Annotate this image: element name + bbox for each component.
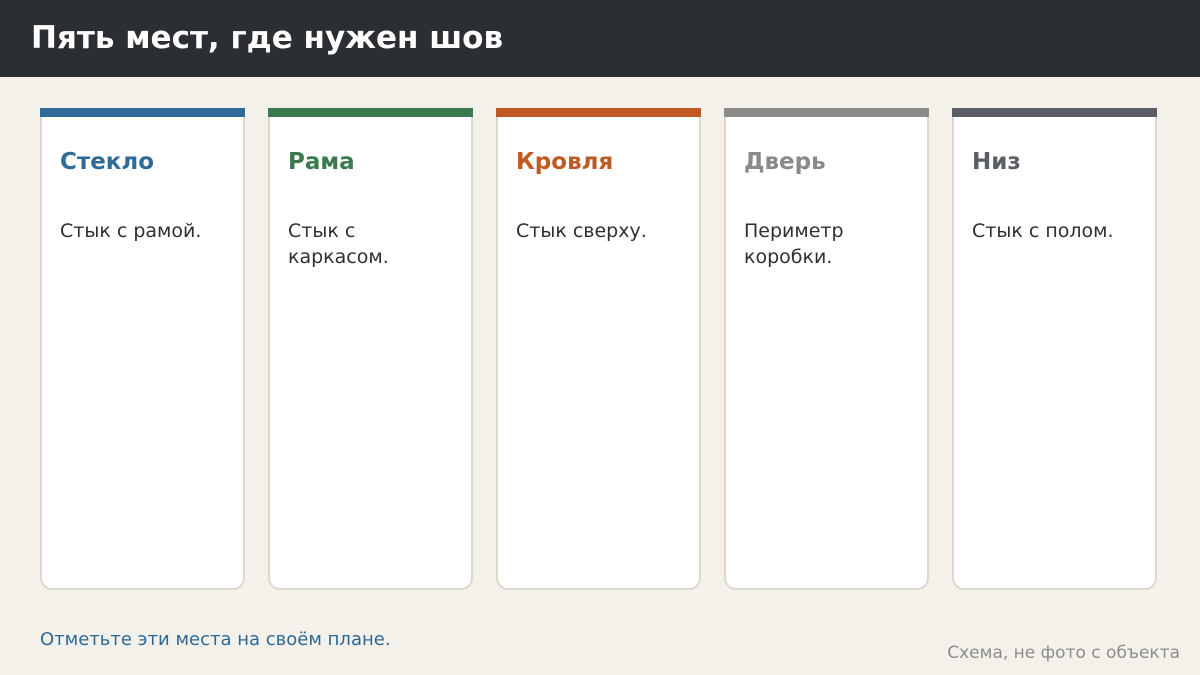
card-glass-text: Стык с рамой. [60, 220, 202, 242]
card-roof-accent-bar [496, 108, 701, 117]
card-door-accent-bar [724, 108, 929, 117]
card-door-text: Периметр коробки. [744, 220, 844, 268]
card-roof: Кровля Стык сверху. [496, 108, 701, 590]
card-glass-body [40, 115, 245, 590]
card-bottom-text: Стык с полом. [972, 220, 1114, 242]
card-glass: Стекло Стык с рамой. [40, 108, 245, 590]
card-frame-title: Рама [288, 149, 355, 175]
card-bottom-accent-bar [952, 108, 1157, 117]
card-frame: Рама Стык с каркасом. [268, 108, 473, 590]
card-door-title: Дверь [744, 149, 826, 175]
card-frame-body [268, 115, 473, 590]
card-door-body [724, 115, 929, 590]
card-roof-body [496, 115, 701, 590]
card-frame-text: Стык с каркасом. [288, 220, 389, 268]
card-bottom: Низ Стык с полом. [952, 108, 1157, 590]
card-roof-text: Стык сверху. [516, 220, 647, 242]
card-glass-accent-bar [40, 108, 245, 117]
card-bottom-body [952, 115, 1157, 590]
footer-caption: Схема, не фото с объекта [947, 643, 1180, 663]
header-bar: Пять мест, где нужен шов [0, 0, 1200, 77]
card-roof-title: Кровля [516, 149, 614, 175]
card-door: Дверь Периметр коробки. [724, 108, 929, 590]
footer-note: Отметьте эти места на своём плане. [40, 629, 391, 650]
card-bottom-title: Низ [972, 149, 1021, 175]
card-glass-title: Стекло [60, 149, 155, 175]
card-frame-accent-bar [268, 108, 473, 117]
page-title: Пять мест, где нужен шов [31, 20, 504, 56]
